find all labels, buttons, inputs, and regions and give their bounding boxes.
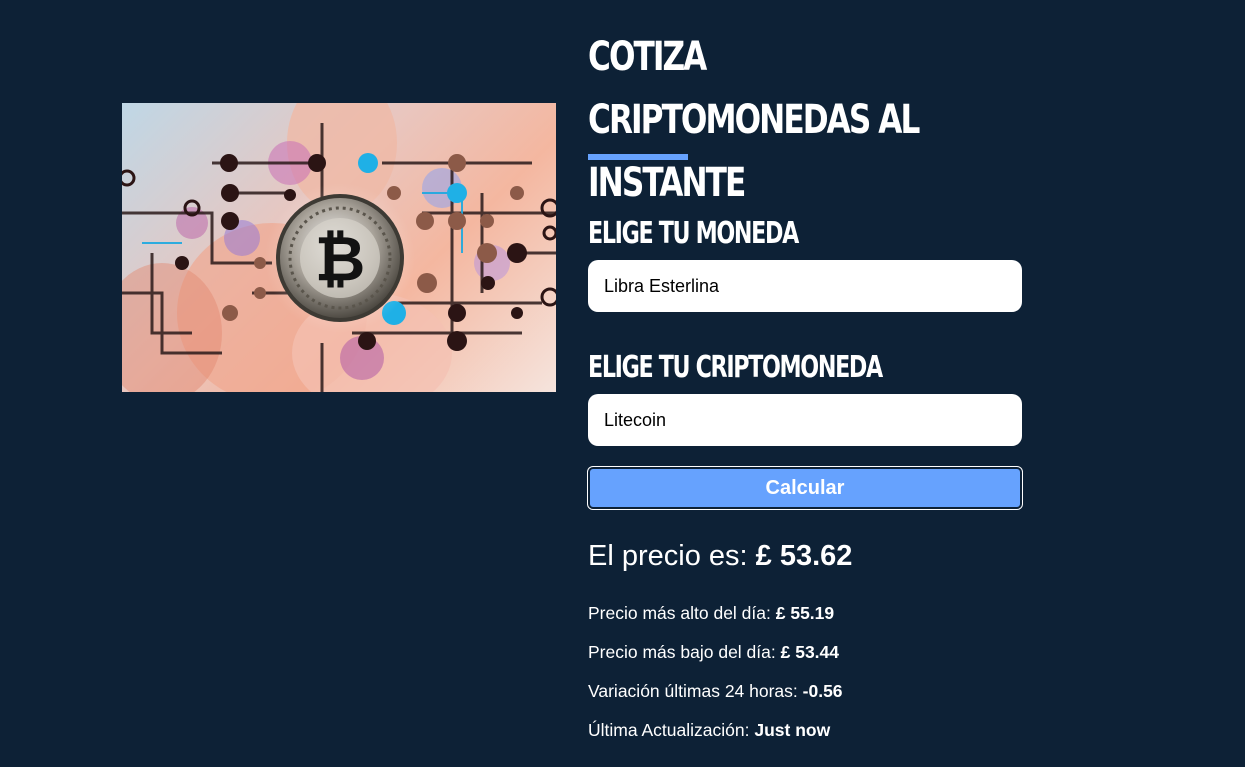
price-result: El precio es: £ 53.62 [588,538,852,574]
day-low-label: Precio más bajo del día: [588,642,776,662]
crypto-hero-image: ₿ [122,103,556,392]
currency-label: Elige tu Moneda [588,216,799,251]
title-underline [588,154,688,160]
day-low-value: £ 53.44 [780,642,840,662]
last-updated-label: Última Actualización: [588,720,750,740]
crypto-illustration: ₿ [122,103,556,392]
last-updated-value: Just now [754,720,831,740]
day-high-value: £ 55.19 [775,603,835,623]
change-24h-label: Variación últimas 24 horas: [588,681,798,701]
bitcoin-icon: ₿ [315,222,366,295]
currency-select-value: Libra Esterlina [604,275,720,296]
price-label: El precio es: [588,540,748,572]
crypto-select[interactable]: Litecoin [588,394,1022,446]
price-value: £ 53.62 [755,540,853,572]
crypto-select-value: Litecoin [604,409,667,430]
last-updated-line: Última Actualización: Just now [588,719,830,741]
day-high-line: Precio más alto del día: £ 55.19 [588,602,834,624]
page-title: Cotiza Criptomonedas al Instante [588,34,920,206]
day-high-label: Precio más alto del día: [588,603,771,623]
currency-select[interactable]: Libra Esterlina [588,260,1022,312]
change-24h-line: Variación últimas 24 horas: -0.56 [588,680,843,702]
crypto-label: Elige tu Criptomoneda [588,350,883,385]
day-low-line: Precio más bajo del día: £ 53.44 [588,641,839,663]
calculate-button[interactable]: Calcular [587,466,1023,510]
change-24h-value: -0.56 [802,681,843,701]
